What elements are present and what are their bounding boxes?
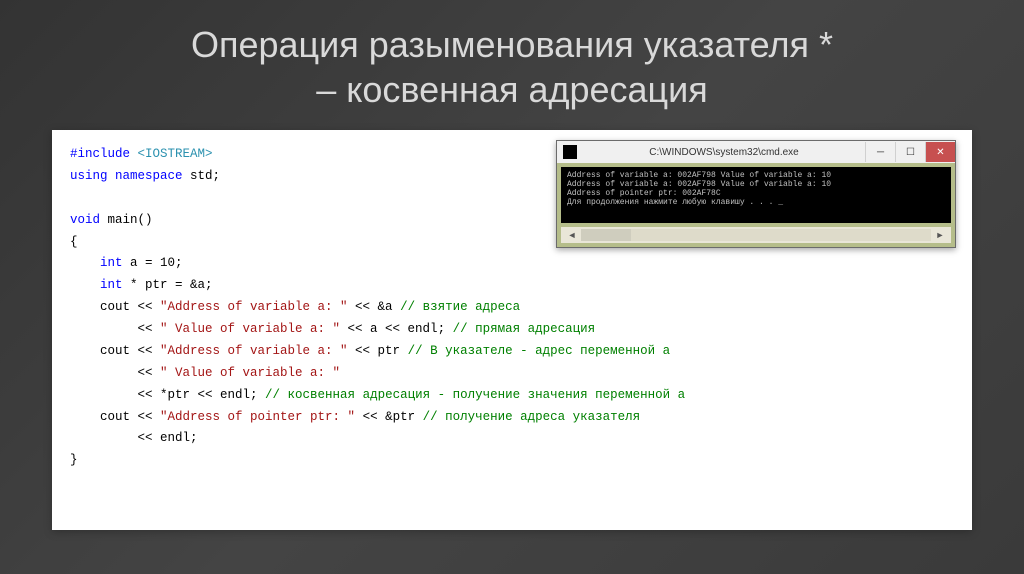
code-keyword: using [70, 169, 108, 183]
code-text [70, 278, 100, 292]
code-include-target: <IOSTREAM> [130, 147, 213, 161]
code-text: a = 10; [123, 256, 183, 270]
console-line: Address of pointer ptr: 002AF78C [567, 189, 721, 198]
code-string: "Address of pointer ptr: " [160, 410, 355, 424]
code-comment: // прямая адресация [453, 322, 596, 336]
code-comment: // косвенная адресация - получение значе… [265, 388, 685, 402]
scroll-right-icon[interactable]: ► [933, 229, 947, 241]
code-text: { [70, 235, 78, 249]
code-string: "Address of variable a: " [160, 344, 348, 358]
code-text [108, 169, 116, 183]
code-text: << endl; [70, 431, 198, 445]
window-controls: ─ ☐ ✕ [865, 142, 955, 162]
code-string: " Value of variable a: " [160, 322, 340, 336]
code-string: " Value of variable a: " [160, 366, 340, 380]
code-comment: // В указателе - адрес переменной a [408, 344, 671, 358]
code-text: << [70, 366, 160, 380]
code-text: cout << [70, 300, 160, 314]
code-comment: // получение адреса указателя [423, 410, 641, 424]
console-line: Для продолжения нажмите любую клавишу . … [567, 198, 783, 207]
scroll-thumb[interactable] [581, 229, 631, 241]
minimize-button[interactable]: ─ [865, 142, 895, 162]
close-button[interactable]: ✕ [925, 142, 955, 162]
cmd-icon [563, 145, 577, 159]
code-text: main() [100, 213, 153, 227]
code-text: cout << [70, 344, 160, 358]
code-string: "Address of variable a: " [160, 300, 348, 314]
console-line: Address of variable a: 002AF798 Value of… [567, 171, 831, 180]
code-comment: // взятие адреса [400, 300, 520, 314]
code-text: * ptr = &a; [123, 278, 213, 292]
console-window: C:\WINDOWS\system32\cmd.exe ─ ☐ ✕ Addres… [556, 140, 956, 248]
code-panel: #include <IOSTREAM> using namespace std;… [52, 130, 972, 530]
title-line-2: – косвенная адресация [316, 69, 708, 110]
console-output: Address of variable a: 002AF798 Value of… [561, 167, 951, 223]
console-line: Address of variable a: 002AF798 Value of… [567, 180, 831, 189]
code-text: << ptr [348, 344, 408, 358]
console-scrollbar[interactable]: ◄ ► [561, 227, 951, 243]
code-text: std; [183, 169, 221, 183]
code-keyword: int [100, 256, 123, 270]
code-text: << &ptr [355, 410, 423, 424]
code-keyword: namespace [115, 169, 183, 183]
code-text: } [70, 453, 78, 467]
code-text: << [70, 322, 160, 336]
slide-title: Операция разыменования указателя * – кос… [0, 0, 1024, 130]
maximize-button[interactable]: ☐ [895, 142, 925, 162]
code-keyword: int [100, 278, 123, 292]
scroll-track[interactable] [581, 229, 931, 241]
code-keyword: #include [70, 147, 130, 161]
code-text [70, 256, 100, 270]
code-text: << *ptr << endl; [70, 388, 265, 402]
console-titlebar[interactable]: C:\WINDOWS\system32\cmd.exe ─ ☐ ✕ [557, 141, 955, 163]
console-title: C:\WINDOWS\system32\cmd.exe [583, 147, 865, 158]
code-text: << a << endl; [340, 322, 453, 336]
code-text: cout << [70, 410, 160, 424]
scroll-left-icon[interactable]: ◄ [565, 229, 579, 241]
title-line-1: Операция разыменования указателя * [191, 24, 833, 65]
code-text: << &a [348, 300, 401, 314]
code-keyword: void [70, 213, 100, 227]
